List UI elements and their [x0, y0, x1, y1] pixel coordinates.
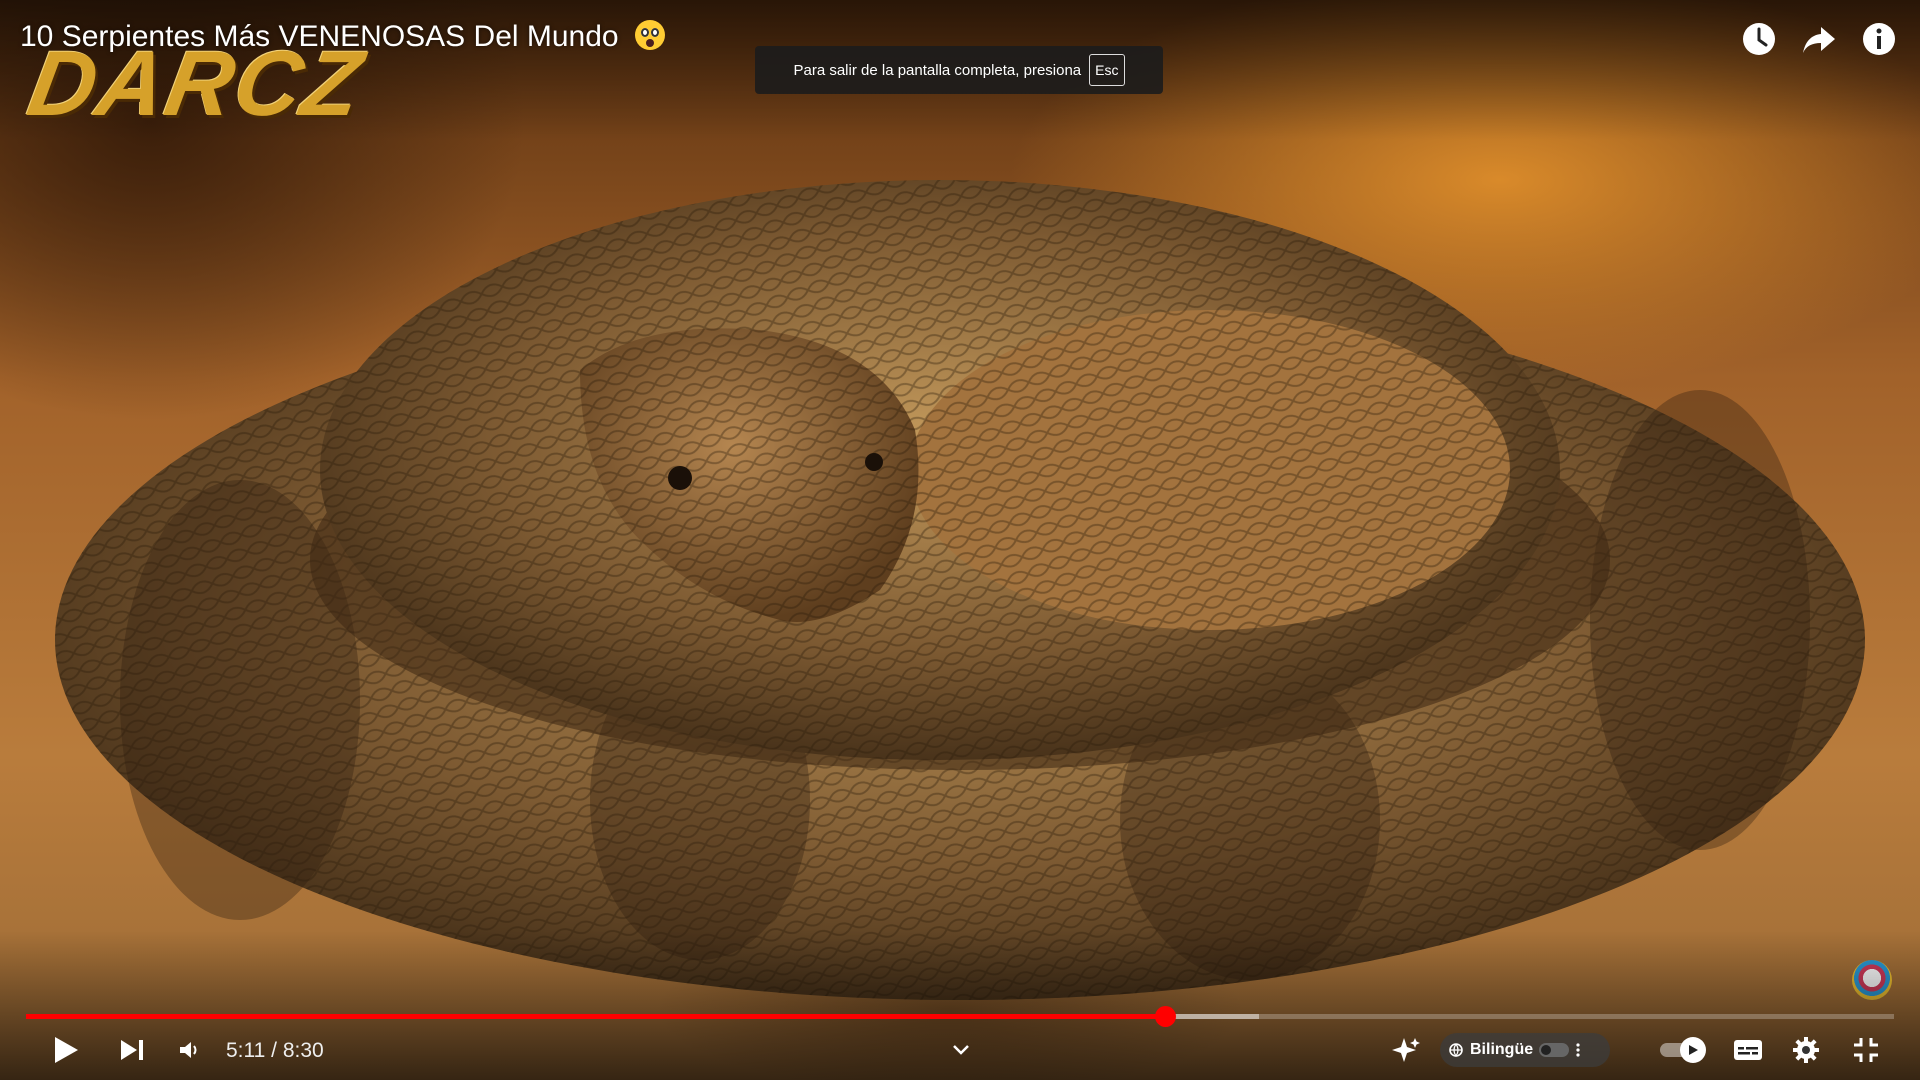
bilingual-switch[interactable]	[1539, 1043, 1570, 1057]
duration: 8:30	[282, 1039, 324, 1062]
bilingual-captions-toggle[interactable]: Bilingüe	[1440, 1033, 1610, 1067]
fullscreen-exit-toast: Para salir de la pantalla completa, pres…	[755, 46, 1163, 94]
autoplay-toggle[interactable]	[1660, 1037, 1706, 1063]
progress-bar[interactable]	[26, 1006, 1894, 1027]
time-separator: /	[265, 1039, 283, 1062]
sparkle-icon	[1392, 1038, 1420, 1062]
globe-icon	[1449, 1043, 1463, 1058]
info-icon	[1863, 23, 1895, 55]
snake-image	[55, 180, 1865, 1000]
screaming-face-emoji-icon	[634, 20, 665, 50]
gear-icon	[1793, 1037, 1819, 1063]
autoplay-play-icon	[1689, 1045, 1698, 1055]
play-icon	[55, 1037, 78, 1063]
clock-icon	[1743, 23, 1775, 55]
video-title-text: 10 Serpientes Más VENENOSAS Del Mundo	[20, 20, 619, 53]
volume-icon	[180, 1042, 197, 1058]
next-button[interactable]	[112, 1030, 152, 1070]
settings-button[interactable]	[1786, 1030, 1826, 1070]
mute-button[interactable]	[172, 1030, 206, 1070]
video-frame[interactable]	[0, 0, 1920, 1080]
chapters-button[interactable]	[944, 1030, 978, 1070]
top-actions	[1740, 20, 1898, 58]
current-time: 5:11	[226, 1039, 266, 1062]
ai-features-button[interactable]	[1388, 1030, 1424, 1070]
video-title[interactable]: 10 Serpientes Más VENENOSAS Del Mundo	[20, 20, 665, 54]
time-display: 5:11 / 8:30	[226, 1039, 324, 1063]
subtitles-button[interactable]	[1728, 1030, 1768, 1070]
share-arrow-icon	[1803, 27, 1835, 53]
share-button[interactable]	[1800, 20, 1838, 58]
watch-later-button[interactable]	[1740, 20, 1778, 58]
play-button[interactable]	[46, 1030, 86, 1070]
subtitles-icon	[1734, 1040, 1762, 1060]
more-vert-icon[interactable]	[1575, 1042, 1581, 1058]
player-controls: 5:11 / 8:30 Bilingüe	[0, 1030, 1920, 1070]
autoplay-knob	[1680, 1037, 1706, 1063]
exit-fullscreen-button[interactable]	[1846, 1030, 1886, 1070]
bilingual-label: Bilingüe	[1470, 1041, 1534, 1058]
esc-key-badge: Esc	[1089, 54, 1125, 86]
info-button[interactable]	[1860, 20, 1898, 58]
exit-fullscreen-icon	[1854, 1038, 1878, 1062]
toast-text: Para salir de la pantalla completa, pres…	[793, 61, 1082, 79]
chevron-down-icon	[953, 1045, 969, 1055]
progress-played	[26, 1014, 1166, 1019]
skip-next-icon	[121, 1040, 143, 1060]
